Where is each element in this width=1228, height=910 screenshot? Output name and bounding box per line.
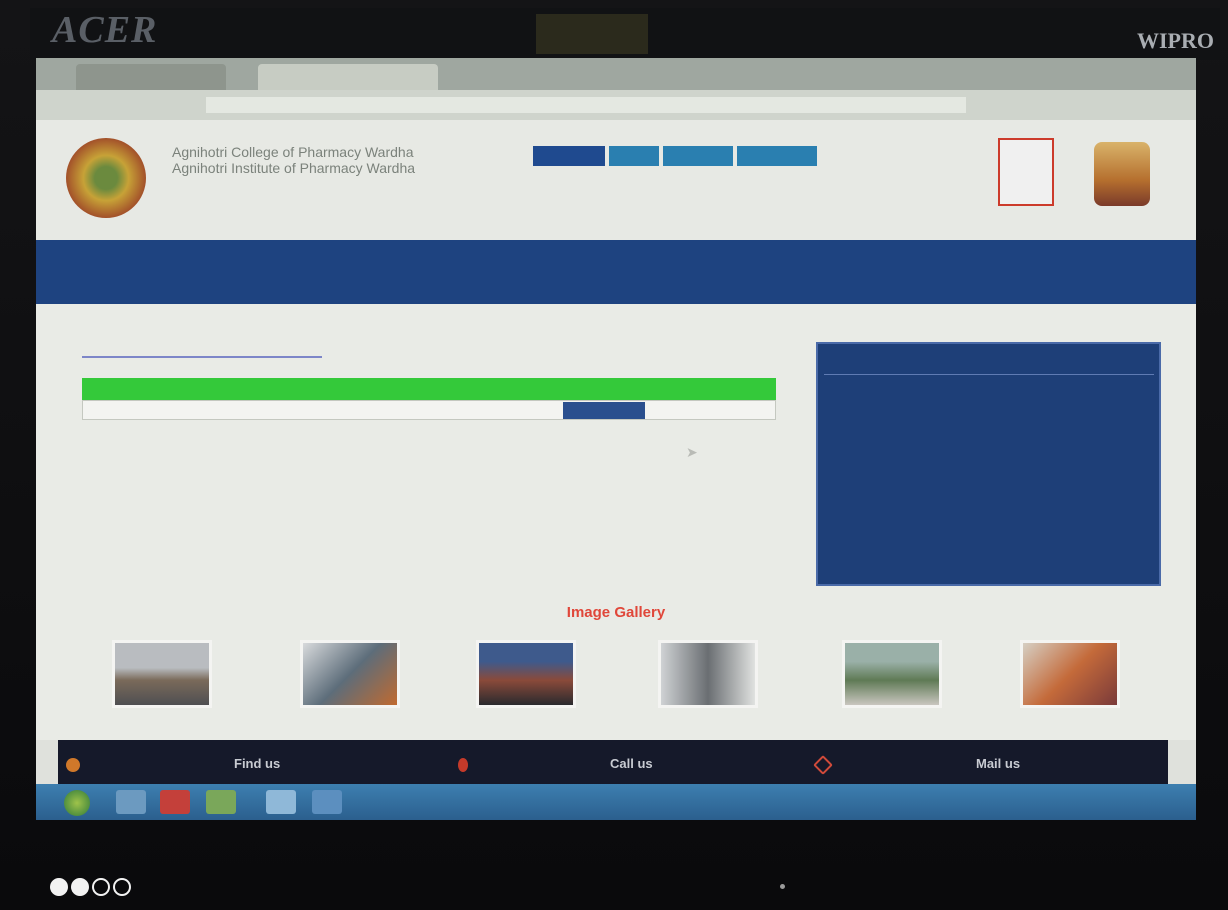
college-name-2: Agnihotri Institute of Pharmacy Wardha [172,160,416,176]
table-row [82,400,776,420]
partner-logo [1094,142,1150,206]
committee-table [82,378,776,420]
header-button-1[interactable] [533,146,605,166]
screen: Agnihotri College of Pharmacy Wardha Agn… [36,58,1196,820]
browser-tab-bar [36,58,1196,90]
location-icon [66,758,80,772]
monitor-brand-right: WIPRO [1137,28,1214,53]
slide-dot[interactable] [71,878,89,896]
mouse-cursor-icon: ➤ [686,444,698,460]
title-underline [82,356,322,358]
slide-dot[interactable] [92,878,110,896]
monitor-photo: ACER WIPRO Agnihotri College of Pharmacy… [0,0,1228,910]
taskbar-app-icon[interactable] [160,790,190,814]
site-header: Agnihotri College of Pharmacy Wardha Agn… [36,120,1196,240]
contact-footer: Find us Call us Mail us [58,740,1168,784]
gallery-image[interactable] [842,640,942,708]
badge-text [1000,140,1052,158]
main-nav [36,240,1196,304]
image-gallery: Image Gallery [36,600,1196,740]
browser-tab-active[interactable] [258,64,438,90]
slider-pagination [50,878,134,901]
gallery-image[interactable] [300,640,400,708]
gallery-image[interactable] [1020,640,1120,708]
gallery-title: Image Gallery [566,604,666,621]
find-us-link[interactable]: Find us [234,756,280,771]
tab-title [258,64,438,80]
browser-toolbar [36,90,1196,120]
slide-dot[interactable] [50,878,68,896]
taskbar-app-icon[interactable] [206,790,236,814]
taskbar-app-icon[interactable] [116,790,146,814]
gallery-image[interactable] [658,640,758,708]
phone-icon [458,758,468,772]
slide-dot[interactable] [113,878,131,896]
mail-icon [813,755,833,775]
gallery-image[interactable] [476,640,576,708]
monitor-brand-center [536,14,648,54]
quick-links-divider [824,374,1154,375]
sensor-dot [780,884,785,889]
monitor-brand-left: ACER [52,9,158,51]
header-button-4[interactable] [737,146,817,166]
mail-us-link[interactable]: Mail us [976,756,1020,771]
quick-links-panel [816,342,1161,586]
gallery-image[interactable] [112,640,212,708]
page-content: ➤ [36,304,1196,600]
view-document-button[interactable] [563,402,645,419]
college-name-1: Agnihotri College of Pharmacy Wardha [172,144,414,160]
address-bar[interactable] [206,97,966,113]
taskbar-app-icon[interactable] [312,790,342,814]
taskbar-app-icon[interactable] [266,790,296,814]
windows-taskbar [36,784,1196,820]
header-button-3[interactable] [663,146,733,166]
browser-tab[interactable] [76,64,226,90]
rank-badge [998,138,1054,206]
college-logo [66,138,146,218]
header-button-2[interactable] [609,146,659,166]
table-header [82,378,776,400]
call-us-link[interactable]: Call us [610,756,653,771]
start-button-icon[interactable] [64,790,90,816]
